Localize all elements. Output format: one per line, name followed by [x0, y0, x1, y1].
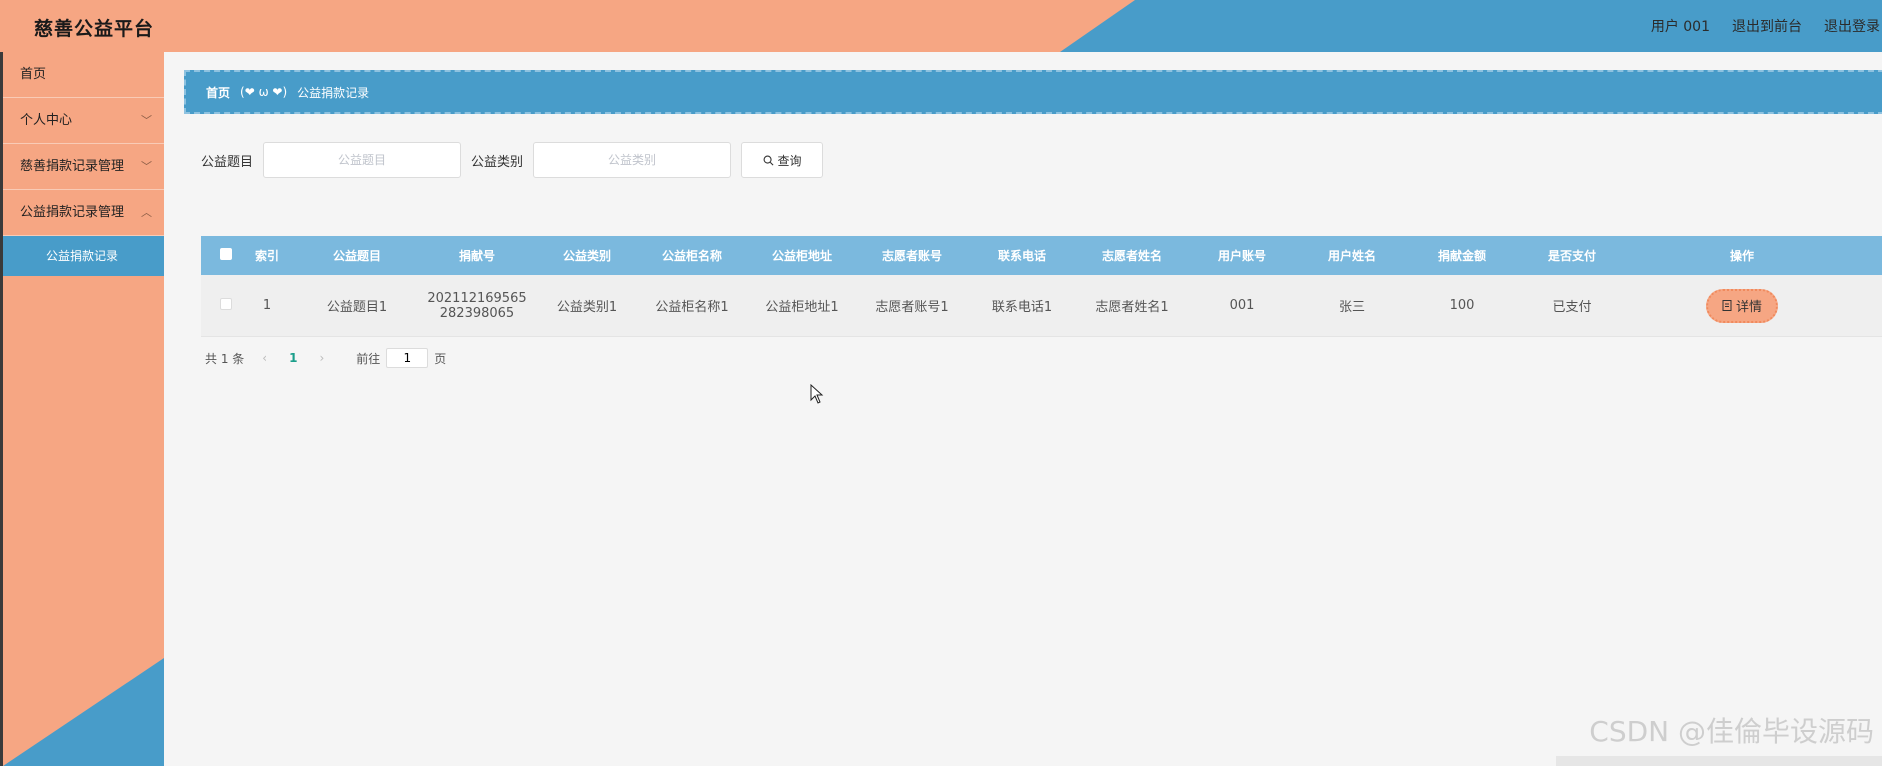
category-filter-label: 公益类别 [471, 154, 524, 170]
watermark: CSDN @佳倫毕设源码 [1589, 715, 1874, 748]
header-links: 用户 001 退出到前台 退出登录 [1651, 16, 1880, 36]
cell-cabinet-address: 公益柜地址1 [765, 300, 839, 315]
header-paid: 是否支付 [1547, 249, 1596, 263]
header-phone: 联系电话 [997, 249, 1046, 263]
cell-action: 详情 [1627, 288, 1857, 323]
sidebar-item-charity-donation-records[interactable]: 慈善捐款记录管理 ﹀ [3, 144, 164, 190]
donation-no-line1: 202112169565 [427, 290, 527, 306]
cell-user-name: 张三 [1338, 300, 1365, 315]
sidebar-item-personal-center[interactable]: 个人中心 ﹀ [3, 98, 164, 144]
category-filter-input[interactable] [533, 142, 732, 178]
top-header: 慈善公益平台 用户 001 退出到前台 退出登录 [0, 0, 1882, 52]
chevron-up-icon: ︿ [141, 206, 152, 219]
cell-paid: 已支付 [1552, 300, 1592, 315]
title-filter-input[interactable] [263, 142, 462, 178]
search-button-label: 查询 [777, 153, 802, 168]
goto-page-input[interactable] [386, 348, 429, 368]
sidebar-item-public-donation-records[interactable]: 公益捐款记录管理 ︿ [3, 190, 164, 236]
cell-volunteer-account: 志愿者账号1 [875, 300, 949, 315]
app-title: 慈善公益平台 [34, 18, 155, 40]
logout-link[interactable]: 退出登录 [1824, 16, 1880, 36]
search-bar: 公益题目 公益类别 查询 [201, 142, 824, 178]
header-cabinet-name: 公益柜名称 [661, 249, 722, 263]
header-category: 公益类别 [562, 249, 611, 263]
breadcrumb: 首页 (❤ ω ❤) 公益捐款记录 [184, 70, 1882, 114]
header-title: 公益题目 [332, 249, 381, 263]
cell-phone: 联系电话1 [991, 300, 1053, 315]
breadcrumb-home[interactable]: 首页 [206, 84, 230, 101]
cell-volunteer-name: 志愿者姓名1 [1095, 300, 1169, 315]
mouse-cursor-icon [810, 384, 824, 404]
page-number-current[interactable]: 1 [289, 351, 297, 365]
main-content: 首页 (❤ ω ❤) 公益捐款记录 公益题目 公益类别 查询 索引 公益题目 捐… [164, 52, 1882, 766]
breadcrumb-emoji: (❤ ω ❤) [240, 85, 288, 99]
records-table: 索引 公益题目 捐献号 公益类别 公益柜名称 公益柜地址 志愿者账号 联系电话 … [201, 236, 1882, 337]
sidebar-corner-decoration [3, 656, 164, 766]
page-suffix-label: 页 [434, 351, 447, 366]
detail-button-label: 详情 [1735, 300, 1762, 315]
breadcrumb-current: 公益捐款记录 [297, 85, 370, 100]
header-user-name: 用户姓名 [1327, 249, 1376, 263]
select-all-checkbox[interactable] [220, 248, 232, 260]
header-donation-no: 捐献号 [458, 249, 495, 263]
user-account-link[interactable]: 用户 001 [1651, 16, 1710, 36]
goto-label: 前往 [356, 351, 381, 366]
chevron-down-icon: ﹀ [141, 160, 152, 173]
cell-donation-no: 202112169565 282398065 [417, 291, 537, 321]
header-index: 索引 [254, 249, 279, 263]
title-filter-label: 公益题目 [201, 154, 254, 170]
cell-title: 公益题目1 [326, 300, 388, 315]
cell-cabinet-name: 公益柜名称1 [655, 300, 729, 315]
pagination-total: 共 1 条 [205, 351, 245, 366]
search-icon [763, 155, 773, 165]
back-to-front-link[interactable]: 退出到前台 [1732, 16, 1802, 36]
cell-category: 公益类别1 [556, 300, 618, 315]
sidebar-item-home[interactable]: 首页 [3, 52, 164, 98]
prev-page-icon[interactable]: ‹ [262, 351, 267, 365]
detail-button[interactable]: 详情 [1705, 288, 1778, 323]
sidebar-item-label: 公益捐款记录管理 [20, 205, 125, 220]
next-page-icon[interactable]: › [319, 351, 324, 365]
cell-amount: 100 [1449, 298, 1475, 313]
sidebar: 首页 个人中心 ﹀ 慈善捐款记录管理 ﹀ 公益捐款记录管理 ︿ 公益捐款记录 [0, 52, 164, 766]
chevron-down-icon: ﹀ [141, 114, 152, 127]
header-action: 操作 [1729, 249, 1754, 263]
table-row: 1 公益题目1 202112169565 282398065 公益类别1 公益柜… [201, 275, 1882, 337]
sidebar-item-label: 慈善捐款记录管理 [20, 159, 125, 174]
pagination: 共 1 条 ‹ 1 › 前往 页 [205, 348, 446, 368]
header-amount: 捐献金额 [1437, 249, 1486, 263]
table-header: 索引 公益题目 捐献号 公益类别 公益柜名称 公益柜地址 志愿者账号 联系电话 … [201, 236, 1882, 275]
sidebar-subitem-public-donation-record[interactable]: 公益捐款记录 [3, 236, 164, 276]
document-icon [1722, 300, 1732, 311]
search-button[interactable]: 查询 [741, 142, 824, 178]
cell-user-account: 001 [1229, 298, 1255, 313]
header-cabinet-address: 公益柜地址 [771, 249, 832, 263]
sidebar-item-label: 个人中心 [20, 113, 73, 128]
horizontal-scrollbar[interactable] [1556, 756, 1882, 766]
cell-index: 1 [262, 298, 272, 313]
header-volunteer-name: 志愿者姓名 [1101, 249, 1162, 263]
sidebar-item-label: 首页 [20, 67, 47, 82]
header-user-account: 用户账号 [1217, 249, 1266, 263]
donation-no-line2: 282398065 [439, 305, 515, 321]
header-volunteer-account: 志愿者账号 [881, 249, 942, 263]
row-checkbox[interactable] [220, 297, 232, 310]
